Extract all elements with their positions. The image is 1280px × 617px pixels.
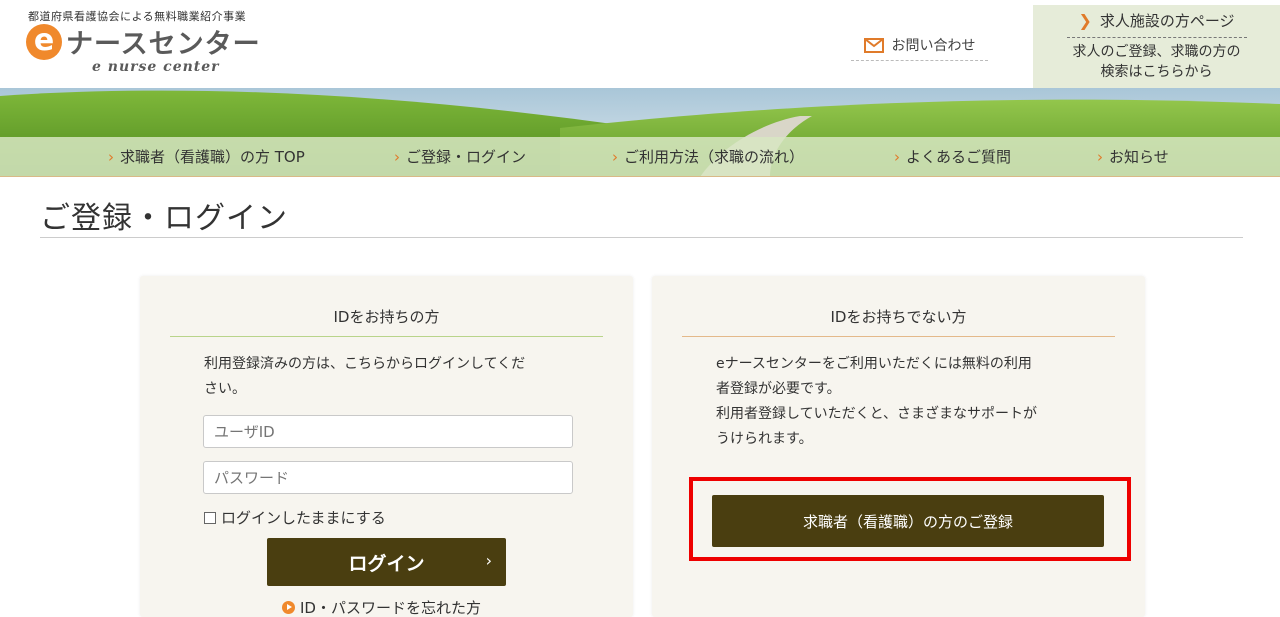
facility-description: 求人のご登録、求職の方の 検索はこちらから xyxy=(1033,42,1280,82)
facility-page-link[interactable]: ❯ 求人施設の方ページ 求人のご登録、求職の方の 検索はこちらから xyxy=(1033,5,1280,88)
nav-item-label: お知らせ xyxy=(1109,148,1169,166)
chevron-right-icon: › xyxy=(394,148,400,166)
chevron-right-icon: ❯ xyxy=(1078,11,1092,30)
logo-subtitle: e nurse center xyxy=(92,59,220,75)
register-desc-line: 利用者登録していただくと、さまざまなサポートが xyxy=(716,406,1038,422)
main-nav: › 求職者（看護職）の方 TOP › ご登録・ログイン › ご利用方法（求職の流れ） … xyxy=(0,137,1280,177)
remember-label: ログインしたままにする xyxy=(221,509,386,527)
nav-item-label: よくあるご質問 xyxy=(906,148,1012,166)
forgot-credentials-link[interactable]: ID・パスワードを忘れた方 xyxy=(282,597,481,617)
contact-label: お問い合わせ xyxy=(891,38,976,54)
site-logo[interactable]: e ナースセンター xyxy=(26,22,261,61)
contact-link[interactable]: お問い合わせ xyxy=(851,30,988,61)
play-circle-icon xyxy=(282,601,295,614)
mail-icon xyxy=(863,37,884,53)
facility-title-label: 求人施設の方ページ xyxy=(1099,12,1235,30)
facility-title: ❯ 求人施設の方ページ xyxy=(1066,10,1247,38)
nav-item-label: ご登録・ログイン xyxy=(406,148,527,166)
password-input[interactable] xyxy=(203,461,573,494)
login-panel-heading: IDをお持ちの方 xyxy=(170,306,603,337)
logo-e-mark: e xyxy=(26,23,62,60)
login-desc-line: さい。 xyxy=(204,381,246,397)
nav-item-label: ご利用方法（求職の流れ） xyxy=(624,148,805,166)
chevron-right-icon: › xyxy=(612,148,618,166)
nav-item-label: 求職者（看護職）の方 TOP xyxy=(120,148,305,166)
remember-login[interactable]: ログインしたままにする xyxy=(204,507,386,528)
user-id-input[interactable] xyxy=(203,415,573,448)
register-button-label: 求職者（看護職）の方のご登録 xyxy=(802,512,1013,531)
register-desc-line: eナースセンターをご利用いただくには無料の利用 xyxy=(716,356,1032,372)
logo-text: ナースセンター xyxy=(66,29,261,60)
register-panel-heading: IDをお持ちでない方 xyxy=(682,306,1115,337)
login-description: 利用登録済みの方は、こちらからログインしてくだ さい。 xyxy=(204,352,525,402)
chevron-right-icon: › xyxy=(108,148,114,166)
page-title: ご登録・ログイン xyxy=(40,201,288,236)
register-button[interactable]: 求職者（看護職）の方のご登録 xyxy=(712,495,1104,547)
chevron-right-icon: › xyxy=(1097,148,1103,166)
remember-checkbox[interactable] xyxy=(204,511,216,524)
login-panel: IDをお持ちの方 利用登録済みの方は、こちらからログインしてくだ さい。 ログイ… xyxy=(140,276,633,617)
register-desc-line: 者登録が必要です。 xyxy=(716,381,841,397)
nav-item-news[interactable]: › お知らせ xyxy=(1097,137,1169,177)
forgot-label: ID・パスワードを忘れた方 xyxy=(300,599,481,617)
facility-desc-line: 求人のご登録、求職の方の xyxy=(1072,44,1241,60)
facility-desc-line: 検索はこちらから xyxy=(1100,64,1213,80)
chevron-right-icon: › xyxy=(894,148,900,166)
nav-item-faq[interactable]: › よくあるご質問 xyxy=(894,137,1011,177)
login-button-label: ログイン xyxy=(348,552,425,575)
chevron-right-icon: › xyxy=(485,551,492,570)
register-description: eナースセンターをご利用いただくには無料の利用 者登録が必要です。 利用者登録し… xyxy=(716,352,1037,452)
nav-item-usage[interactable]: › ご利用方法（求職の流れ） xyxy=(612,137,804,177)
site-header: 都道府県看護協会による無料職業紹介事業 e ナースセンター e nurse ce… xyxy=(0,0,1280,88)
login-button[interactable]: ログイン › xyxy=(267,538,506,586)
register-desc-line: うけられます。 xyxy=(716,431,813,447)
title-divider xyxy=(40,237,1243,238)
nav-item-top[interactable]: › 求職者（看護職）の方 TOP xyxy=(108,137,305,177)
login-desc-line: 利用登録済みの方は、こちらからログインしてくだ xyxy=(204,356,526,372)
nav-item-login[interactable]: › ご登録・ログイン xyxy=(394,137,526,177)
register-panel: IDをお持ちでない方 eナースセンターをご利用いただくには無料の利用 者登録が必… xyxy=(652,276,1145,617)
